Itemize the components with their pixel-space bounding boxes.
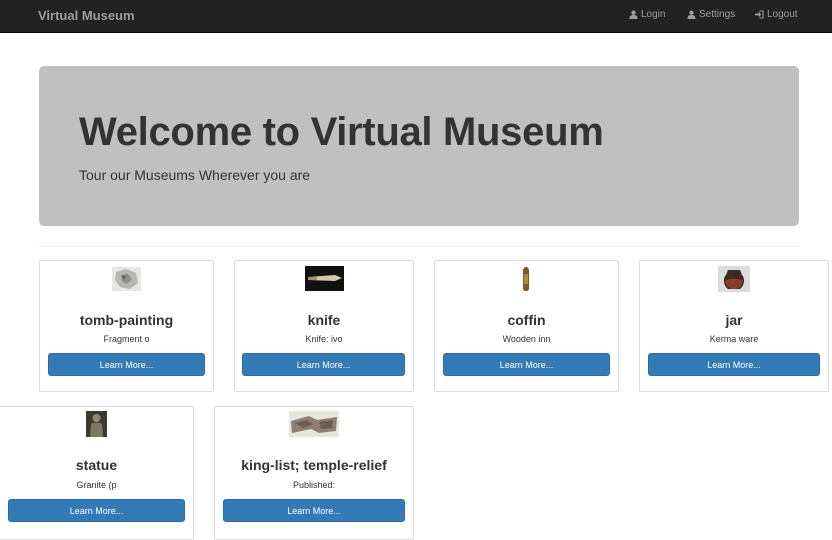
learn-more-button[interactable]: Learn More... (223, 499, 405, 522)
card-title: tomb-painting (79, 312, 174, 328)
welcome-jumbotron: Welcome to Virtual Museum Tour our Museu… (39, 66, 799, 226)
knife-thumbnail[interactable] (305, 266, 344, 291)
card-title: knife (307, 312, 341, 328)
learn-more-button[interactable]: Learn More... (648, 353, 820, 376)
learn-more-button[interactable]: Learn More... (48, 353, 205, 376)
card-title: jar (725, 312, 743, 328)
statue-thumbnail[interactable] (86, 411, 107, 437)
card-description: Fragment o (103, 334, 150, 344)
login-link[interactable]: Login (629, 9, 665, 20)
card-title: king-list; temple-relief (241, 457, 387, 473)
settings-link[interactable]: Settings (687, 9, 735, 20)
logout-label: Logout (767, 9, 798, 20)
card-description: Granite (p (76, 480, 117, 490)
top-navbar: Virtual Museum Login Settings Logout (0, 0, 832, 33)
section-divider (39, 246, 799, 247)
brand-link[interactable]: Virtual Museum (38, 8, 135, 23)
learn-more-button[interactable]: Learn More... (443, 353, 610, 376)
artifact-card: king-list; temple-relief Published: Lear… (214, 406, 414, 540)
settings-label: Settings (699, 9, 736, 20)
artifact-card: tomb-painting Fragment o Learn More... (39, 260, 214, 392)
page-title: Welcome to Virtual Museum (79, 110, 604, 154)
jar-thumbnail[interactable] (718, 266, 750, 292)
logout-icon (755, 10, 764, 19)
coffin-thumbnail[interactable] (520, 266, 532, 292)
card-title: statue (75, 457, 118, 473)
artifact-card: knife Knife: ivo Learn More... (234, 260, 414, 392)
card-description: Kerma ware (709, 334, 759, 344)
logout-link[interactable]: Logout (755, 9, 798, 20)
tomb-painting-thumbnail[interactable] (112, 267, 141, 291)
card-description: Wooden inn (502, 334, 551, 344)
card-description: Published: (292, 480, 336, 490)
card-description: Knife: ivo (305, 334, 343, 344)
user-icon (687, 10, 696, 19)
artifact-card: coffin Wooden inn Learn More... (434, 260, 619, 392)
learn-more-button[interactable]: Learn More... (8, 499, 185, 522)
login-label: Login (641, 9, 666, 20)
relief-thumbnail[interactable] (289, 411, 339, 437)
artifact-card: statue Granite (p Learn More... (0, 406, 194, 540)
card-title: coffin (507, 312, 546, 328)
learn-more-button[interactable]: Learn More... (242, 353, 405, 376)
page-subtitle: Tour our Museums Wherever you are (79, 167, 311, 183)
artifact-card: jar Kerma ware Learn More... (639, 260, 829, 392)
user-icon (629, 10, 638, 19)
